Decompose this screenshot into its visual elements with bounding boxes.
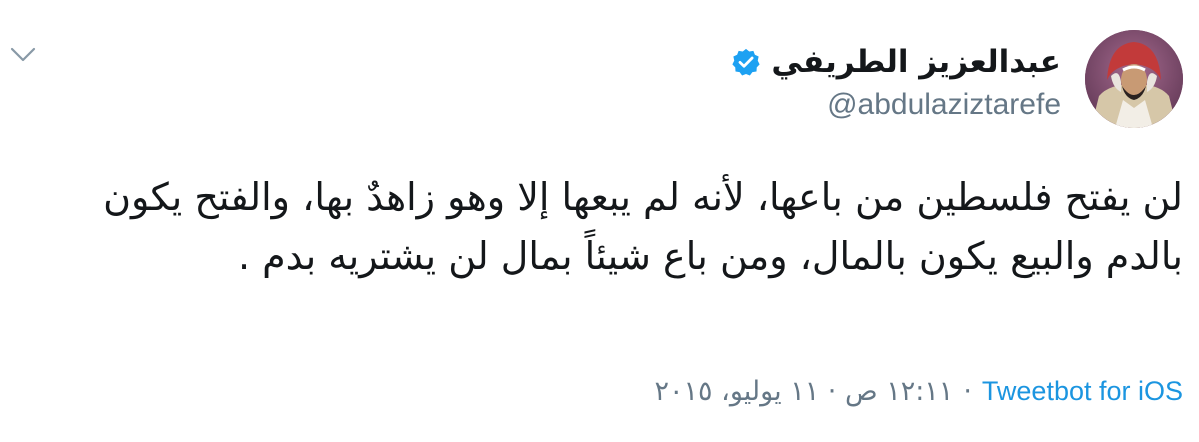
tweet-text: لن يفتح فلسطين من باعها، لأنه لم يبعها إ… — [103, 175, 1183, 278]
tweet-meta: ١٢:١١ ص · ١١ يوليو، ٢٠١٥ · Tweetbot for … — [655, 376, 1183, 407]
author-handle[interactable]: @abdulaziztarefe — [827, 88, 1061, 122]
avatar-image — [1085, 30, 1183, 128]
meta-separator: · — [963, 376, 972, 407]
author-display-name[interactable]: عبدالعزيز الطريفي — [771, 44, 1061, 80]
tweet-source-link[interactable]: Tweetbot for iOS — [982, 376, 1183, 407]
tweet-card: عبدالعزيز الطريفي @abdulaziztarefe لن يف… — [0, 0, 1199, 442]
avatar[interactable] — [1085, 30, 1183, 128]
author-row[interactable]: عبدالعزيز الطريفي — [731, 44, 1061, 80]
verified-badge-icon — [732, 48, 761, 76]
tweet-timestamp[interactable]: ١٢:١١ ص · ١١ يوليو، ٢٠١٥ — [655, 376, 954, 407]
chevron-down-icon[interactable] — [8, 44, 38, 66]
